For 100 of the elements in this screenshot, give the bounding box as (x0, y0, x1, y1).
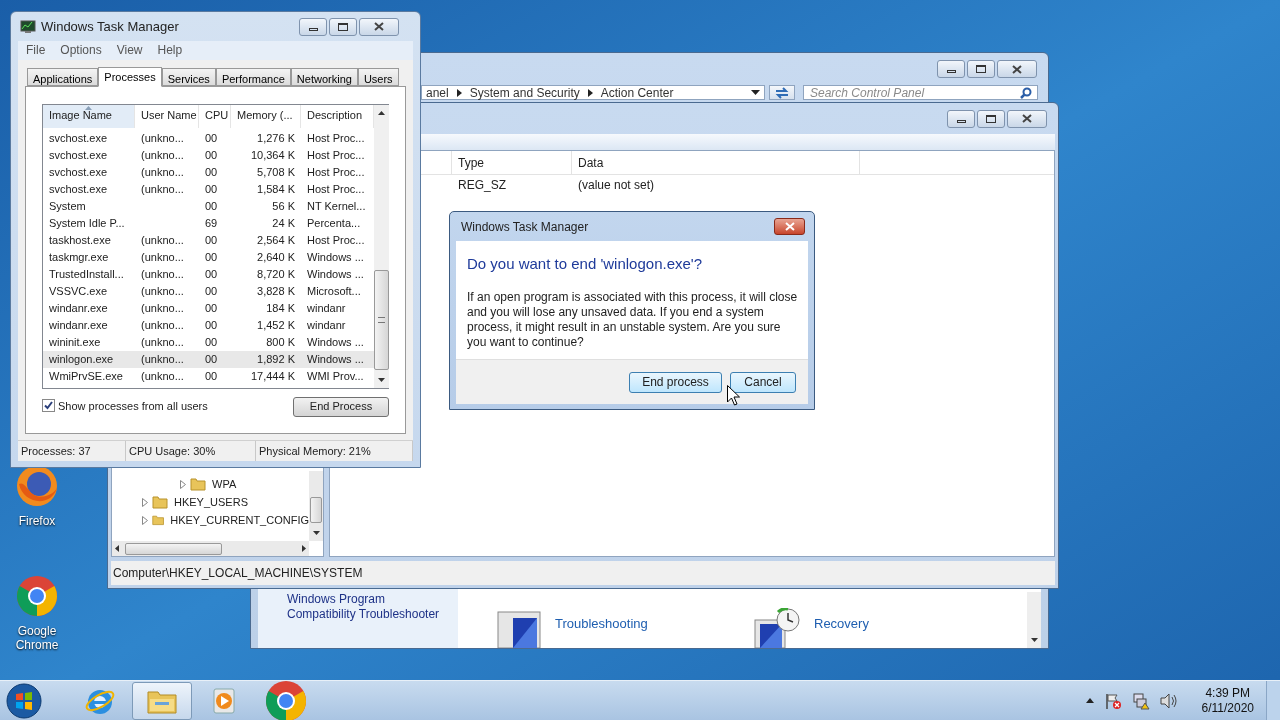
process-row[interactable]: svchost.exe (unkno... 00 10,364 K Host Proc... (43, 146, 374, 164)
taskbar-button[interactable] (132, 681, 192, 720)
menu-item[interactable]: File (26, 41, 46, 60)
breadcrumb-arrow-icon[interactable] (456, 88, 462, 97)
status-bar-text: Computer\HKEY_LOCAL_MACHINE\SYSTEM (113, 565, 363, 582)
process-row[interactable]: WmiPrvSE.exe (unkno... 00 17,444 K WMI Prov... (43, 367, 374, 385)
process-row[interactable]: svchost.exe (unkno... 00 5,708 K Host Proc... (43, 163, 374, 181)
desktop-icon-label[interactable]: Firefox (2, 514, 72, 528)
table-cell: wininit.exe (49, 335, 101, 348)
refresh-button[interactable] (769, 85, 795, 100)
table-cell: 8,720 K (257, 267, 295, 280)
process-row[interactable]: wininit.exe (unkno... 00 800 K Windows ... (43, 333, 374, 351)
process-row[interactable]: windanr.exe (unkno... 00 1,452 K windanr (43, 316, 374, 334)
scroll-down-arrow-icon[interactable] (312, 531, 320, 535)
process-row[interactable]: VSSVC.exe (unkno... 00 3,828 K Microsoft... (43, 282, 374, 300)
breadcrumb-item[interactable]: System and Security (469, 83, 580, 102)
breadcrumb-item[interactable]: Action Center (600, 83, 674, 102)
menu-item[interactable]: View (116, 41, 143, 60)
clock-date[interactable]: 6/11/2020 (1201, 700, 1254, 716)
network-icon[interactable] (1131, 691, 1150, 710)
start-button[interactable] (4, 680, 44, 720)
folder-icon (152, 513, 165, 527)
maximize-button[interactable] (329, 17, 357, 36)
chrome-icon[interactable] (15, 574, 59, 618)
scroll-up-arrow-icon[interactable] (378, 110, 385, 115)
minimize-button[interactable] (937, 60, 965, 78)
column-header[interactable]: Image Name (43, 104, 135, 128)
close-icon (784, 222, 795, 231)
minimize-button[interactable] (947, 109, 975, 128)
clock-time[interactable]: 4:39 PM (1205, 685, 1251, 701)
table-cell: Windows ... (307, 267, 364, 280)
dialog-button[interactable]: Cancel (730, 371, 796, 393)
process-row[interactable]: svchost.exe (unkno... 00 1,584 K Host Proc... (43, 180, 374, 198)
dropdown-arrow-icon[interactable] (751, 90, 760, 95)
scroll-down-arrow-icon[interactable] (378, 377, 385, 382)
vertical-scrollbar[interactable] (1027, 592, 1041, 648)
speaker-icon[interactable] (1159, 692, 1178, 709)
show-hidden-icons-icon[interactable] (1085, 698, 1094, 703)
table-cell: (unkno... (141, 284, 184, 297)
table-cell: 00 (205, 301, 218, 314)
table-cell: Percenta... (307, 216, 361, 229)
horizontal-scrollbar[interactable] (112, 541, 309, 556)
desktop-icon-label[interactable]: Google Chrome (2, 624, 72, 652)
expander-icon[interactable] (142, 515, 148, 525)
search-icon[interactable] (1020, 87, 1032, 99)
flag-icon[interactable] (1103, 691, 1122, 710)
dialog-button[interactable]: End process (629, 371, 722, 393)
table-cell: 00 (205, 284, 218, 297)
menu-item[interactable]: Help (157, 41, 183, 60)
process-row[interactable]: taskhost.exe (unkno... 00 2,564 K Host Proc... (43, 231, 374, 249)
close-button[interactable] (774, 218, 805, 235)
tree-item[interactable]: HKEY_CURRENT_CONFIG (170, 511, 309, 529)
close-button[interactable] (997, 60, 1037, 78)
tab[interactable]: Processes (98, 66, 162, 87)
column-header[interactable]: Type (452, 151, 572, 174)
tree-item[interactable]: WPA (212, 475, 237, 493)
breadcrumb-item[interactable]: anel (426, 83, 449, 102)
process-row[interactable]: windanr.exe (unkno... 00 184 K windanr (43, 299, 374, 317)
checkbox-label[interactable]: Show processes from all users (58, 397, 208, 415)
vertical-scrollbar[interactable] (374, 104, 389, 388)
table-cell: (unkno... (141, 352, 184, 365)
checkbox[interactable] (42, 399, 55, 413)
vertical-scrollbar[interactable] (309, 471, 323, 541)
tab[interactable]: Applications (27, 67, 99, 86)
address-bar[interactable]: anel System and Security Action Center (421, 85, 765, 100)
breadcrumb-arrow-icon[interactable] (587, 88, 593, 97)
minimize-button[interactable] (299, 17, 327, 36)
category-link[interactable]: Recovery (814, 614, 869, 634)
process-row[interactable]: winlogon.exe (unkno... 00 1,892 K Windows ... (43, 350, 374, 368)
close-button[interactable] (1007, 109, 1047, 128)
column-header[interactable]: Data (572, 151, 860, 174)
tree-item[interactable]: HKEY_USERS (174, 493, 248, 511)
table-cell: 17,444 K (250, 369, 295, 382)
sidebar-link[interactable]: Windows Program Compatibility Troubleshooter (287, 592, 452, 622)
process-row[interactable]: System Idle P... 69 24 K Percenta... (43, 214, 374, 232)
tab[interactable]: Networking (290, 67, 358, 86)
menu-item[interactable]: Options (60, 41, 102, 60)
chrome-icon[interactable] (264, 678, 308, 720)
close-button[interactable] (359, 17, 399, 36)
process-row[interactable]: TrustedInstall... (unkno... 00 8,720 K Windows ... (43, 265, 374, 283)
refresh-arrows-icon (775, 86, 789, 99)
tab[interactable]: Users (357, 67, 399, 86)
dialog-title: Windows Task Manager (461, 218, 589, 236)
expander-icon[interactable] (180, 479, 186, 489)
category-link[interactable]: Troubleshooting (555, 614, 648, 634)
process-row[interactable]: System 00 56 K NT Kernel... (43, 197, 374, 215)
tab[interactable]: Performance (215, 67, 291, 86)
scroll-left-arrow-icon[interactable] (115, 545, 119, 552)
search-field[interactable]: Search Control Panel (803, 85, 1038, 100)
maximize-button[interactable] (977, 109, 1005, 128)
table-cell-text: (value not set) (577, 177, 656, 194)
expander-icon[interactable] (142, 497, 148, 507)
process-row[interactable]: taskmgr.exe (unkno... 00 2,640 K Windows ... (43, 248, 374, 266)
scroll-right-arrow-icon[interactable] (302, 545, 306, 552)
tab[interactable]: Services (161, 67, 216, 86)
process-row[interactable]: svchost.exe (unkno... 00 1,276 K Host Proc... (43, 129, 374, 147)
scroll-down-arrow-icon[interactable] (1030, 638, 1038, 642)
table-cell: 5,708 K (257, 165, 295, 178)
maximize-button[interactable] (967, 60, 995, 78)
end-process-button[interactable]: End Process (293, 396, 389, 417)
